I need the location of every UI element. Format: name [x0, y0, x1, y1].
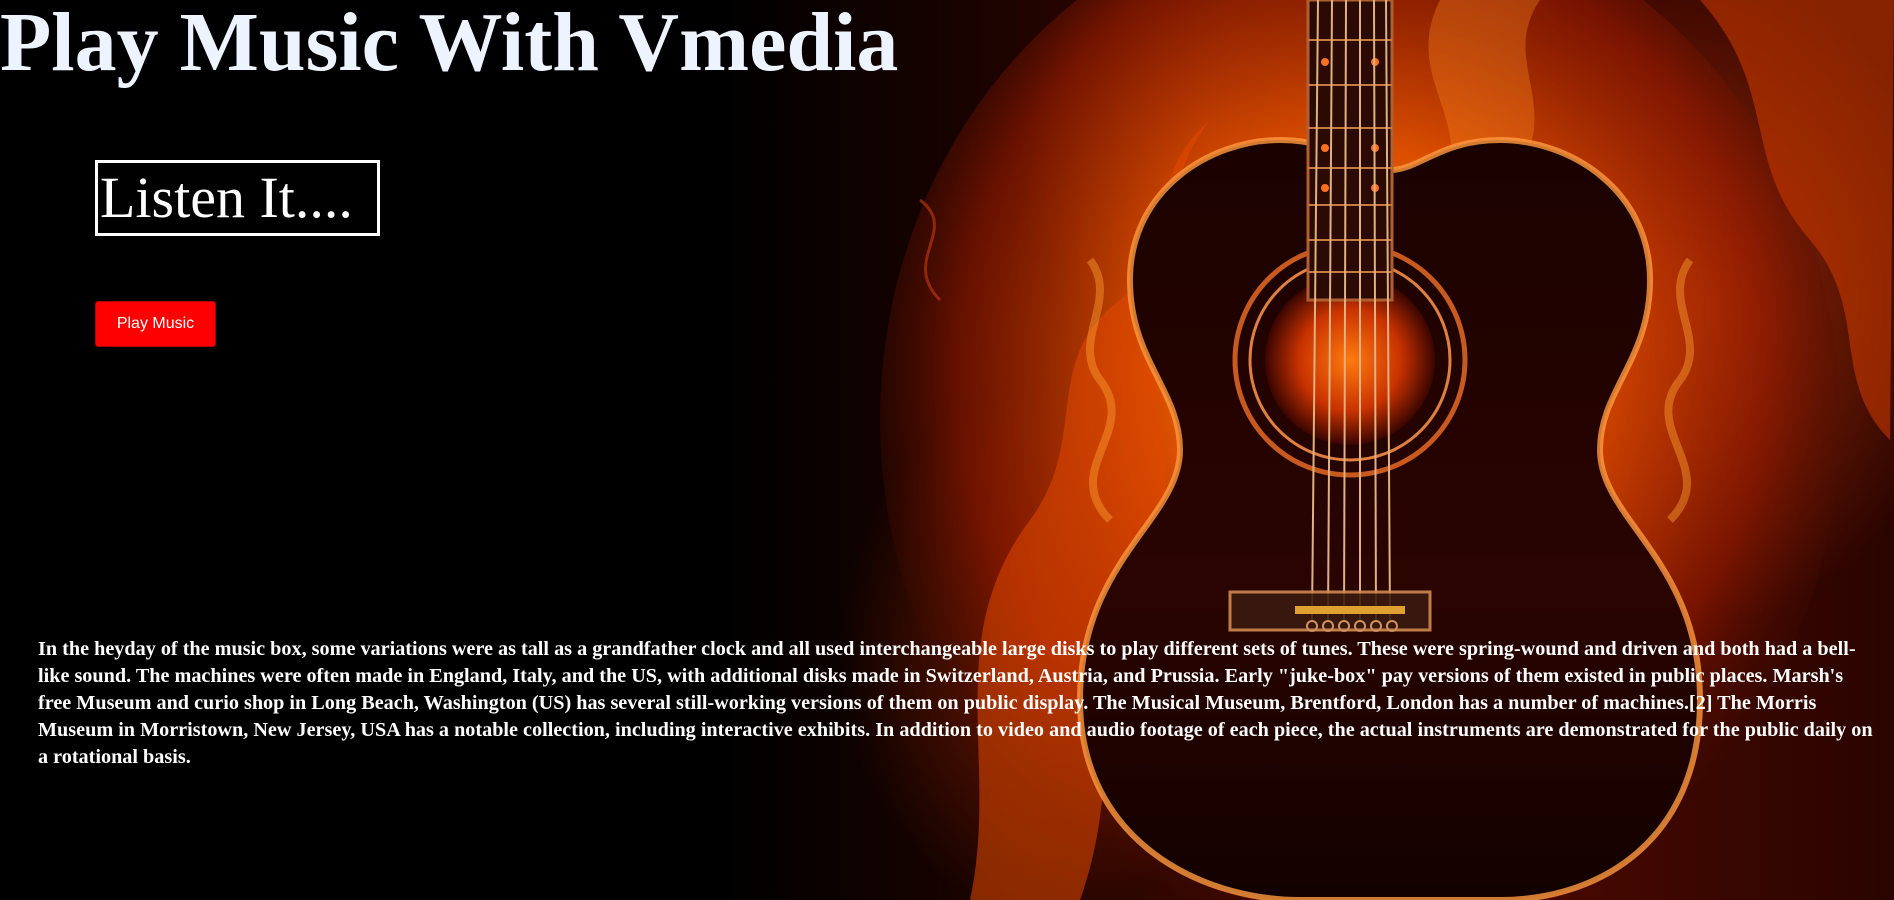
- page-title: Play Music With Vmedia: [0, 0, 899, 89]
- guitar-neck: [1306, 0, 1394, 302]
- listen-heading: Listen It....: [95, 160, 380, 236]
- guitar-saddle: [1295, 606, 1405, 614]
- play-music-button[interactable]: Play Music: [95, 301, 216, 347]
- description-paragraph: In the heyday of the music box, some var…: [38, 638, 1873, 768]
- page: Play Music With Vmedia Listen It.... Pla…: [0, 0, 1894, 900]
